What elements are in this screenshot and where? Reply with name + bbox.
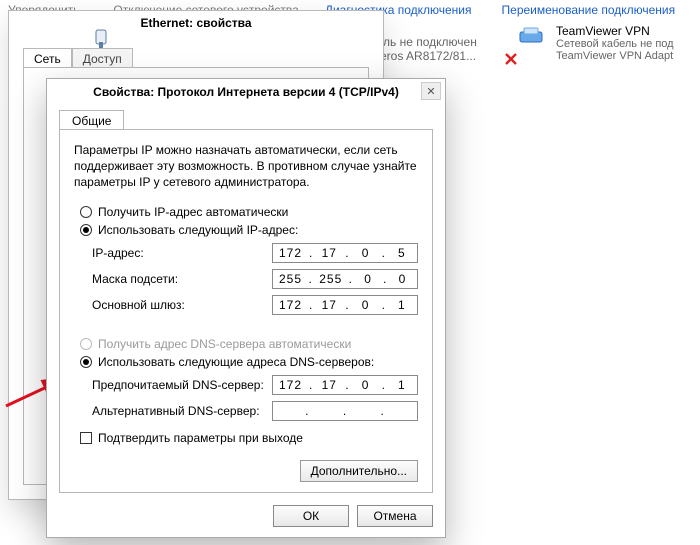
label-ip-address: IP-адрес: bbox=[92, 246, 272, 260]
ip-address-field[interactable]: 172.17.0.5 bbox=[272, 243, 418, 263]
connection-icon bbox=[92, 28, 110, 50]
ipv4-properties-dialog: Свойства: Протокол Интернета версии 4 (T… bbox=[46, 78, 446, 538]
tab-access[interactable]: Доступ bbox=[72, 48, 133, 69]
radio-icon bbox=[80, 338, 92, 350]
network-item-status: Сетевой кабель не под bbox=[556, 38, 674, 50]
label-preferred-dns: Предпочитаемый DNS-сервер: bbox=[92, 378, 272, 392]
alternate-dns-field[interactable]: ... bbox=[272, 401, 418, 421]
network-item-teamviewer[interactable]: TeamViewer VPN Сетевой кабель не под Tea… bbox=[518, 24, 696, 62]
network-adapter-icon bbox=[518, 24, 548, 46]
cancel-button[interactable]: Отмена bbox=[357, 505, 433, 527]
ok-button[interactable]: ОК bbox=[273, 505, 349, 527]
radio-use-following-dns[interactable]: Использовать следующие адреса DNS-сервер… bbox=[80, 355, 418, 369]
preferred-dns-field[interactable]: 172.17.0.1 bbox=[272, 375, 418, 395]
default-gateway-field[interactable]: 172.17.0.1 bbox=[272, 295, 418, 315]
description-text: Параметры IP можно назначать автоматичес… bbox=[74, 142, 418, 191]
radio-obtain-dns-auto: Получить адрес DNS-сервера автоматически bbox=[80, 337, 418, 351]
tab-network[interactable]: Сеть bbox=[23, 48, 72, 69]
error-icon bbox=[504, 52, 518, 69]
dialog-titlebar: Свойства: Протокол Интернета версии 4 (T… bbox=[47, 79, 445, 105]
radio-icon bbox=[80, 224, 92, 236]
dialog-title: Ethernet: свойства bbox=[9, 11, 383, 35]
label-alternate-dns: Альтернативный DNS-сервер: bbox=[92, 404, 272, 418]
label-default-gateway: Основной шлюз: bbox=[92, 298, 272, 312]
network-item-title: TeamViewer VPN bbox=[556, 24, 674, 38]
network-connections-list: TeamViewer VPN Сетевой кабель не под Tea… bbox=[518, 24, 696, 66]
tab-general[interactable]: Общие bbox=[59, 110, 124, 131]
subnet-mask-field[interactable]: 255.255.0.0 bbox=[272, 269, 418, 289]
label-subnet-mask: Маска подсети: bbox=[92, 272, 272, 286]
radio-icon bbox=[80, 356, 92, 368]
ethernet-status-fragment: бель не подключен theros AR8172/81... bbox=[370, 35, 477, 63]
close-button[interactable]: ✕ bbox=[421, 82, 441, 100]
network-item-adapter: TeamViewer VPN Adapt bbox=[556, 50, 674, 62]
radio-obtain-ip-auto[interactable]: Получить IP-адрес автоматически bbox=[80, 205, 418, 219]
dialog-body: Параметры IP можно назначать автоматичес… bbox=[59, 129, 433, 493]
checkbox-icon bbox=[80, 432, 92, 444]
advanced-button[interactable]: Дополнительно... bbox=[300, 460, 418, 482]
radio-icon bbox=[80, 206, 92, 218]
dialog-title: Свойства: Протокол Интернета версии 4 (T… bbox=[93, 85, 399, 99]
validate-on-exit-checkbox[interactable]: Подтвердить параметры при выходе bbox=[80, 431, 418, 445]
toolbar-rename[interactable]: Переименование подключения bbox=[502, 3, 676, 17]
radio-use-following-ip[interactable]: Использовать следующий IP-адрес: bbox=[80, 223, 418, 237]
